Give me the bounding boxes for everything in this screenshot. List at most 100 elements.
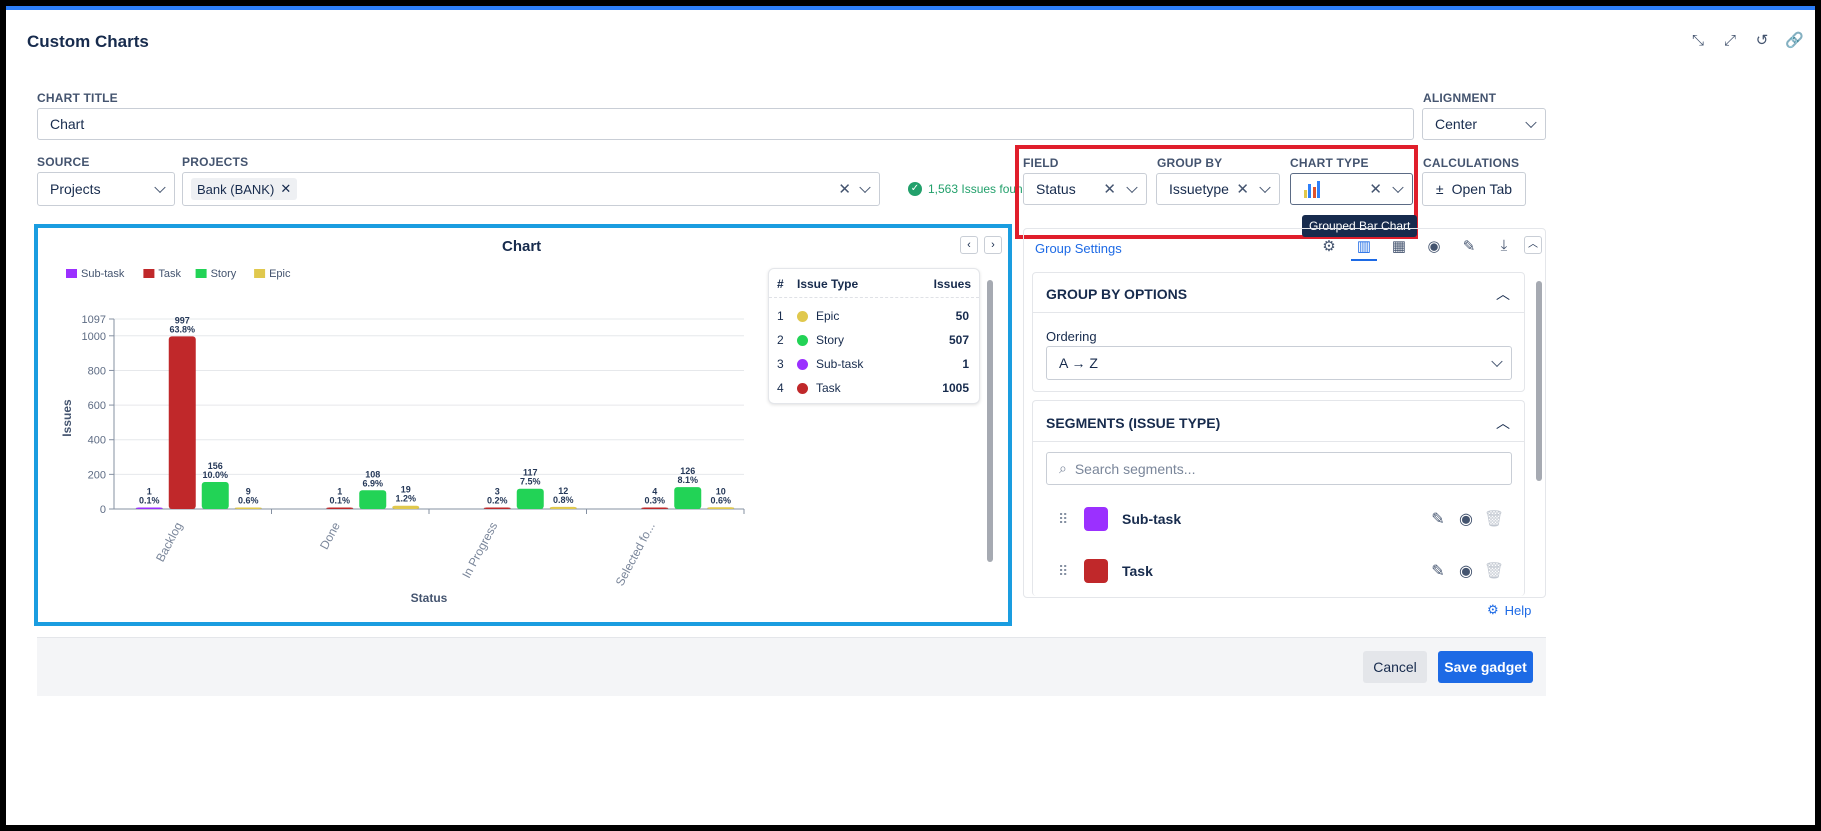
bar-chart-icon[interactable]: ▥ — [1351, 237, 1377, 261]
legend-type: Task — [816, 381, 841, 395]
legend-num: 4 — [777, 381, 784, 395]
legend-type: Story — [816, 333, 845, 347]
search-segments-input[interactable]: ⌕ Search segments... — [1046, 452, 1512, 485]
check-icon: ✓ — [908, 182, 922, 196]
clear-icon[interactable]: ✕ — [1369, 180, 1382, 198]
legend-color-dot — [797, 310, 808, 322]
clear-icon[interactable]: ✕ — [1103, 180, 1116, 198]
gear-icon[interactable]: ⚙ — [1316, 237, 1342, 261]
bar — [641, 507, 669, 509]
source-label: SOURCE — [37, 155, 90, 169]
collapse-icon[interactable]: ⤡ — [1689, 32, 1707, 50]
save-gadget-button[interactable]: Save gadget — [1438, 651, 1533, 683]
shrink-icon[interactable]: ⤢ — [1721, 32, 1739, 50]
data-label: 0.6% — [710, 495, 731, 505]
grouped-bar-chart-icon — [1304, 181, 1320, 198]
alignment-value: Center — [1435, 116, 1478, 132]
header-issues: Issues — [933, 277, 971, 291]
legend-swatch — [254, 269, 266, 278]
project-tag: Bank (BANK) ✕ — [191, 178, 298, 200]
bar — [483, 507, 511, 509]
alignment-label: ALIGNMENT — [1423, 91, 1497, 105]
legend-color-dot — [797, 358, 808, 370]
custom-charts-dialog: Custom Charts ⤡ ⤢ ↺ 🔗 CHART TITLE Chart … — [6, 6, 1815, 825]
source-select[interactable]: Projects — [37, 172, 175, 206]
field-select[interactable]: Status ✕ — [1023, 173, 1147, 205]
remove-tag-icon[interactable]: ✕ — [280, 181, 291, 197]
x-tick-label: In Progress — [459, 520, 500, 581]
scrollbar-thumb[interactable] — [1536, 281, 1542, 481]
segments-header: SEGMENTS (ISSUE TYPE) — [1046, 415, 1221, 431]
help-link[interactable]: ⚙ Help — [1487, 602, 1531, 618]
chevron-down-icon — [1392, 181, 1404, 194]
y-tick-label: 1000 — [82, 331, 106, 343]
chart-title-input[interactable]: Chart — [37, 108, 1414, 140]
ordering-select[interactable]: A → Z — [1046, 346, 1512, 380]
edit-icon[interactable]: ✎ — [1424, 561, 1452, 581]
trash-icon[interactable]: 🗑 — [1480, 561, 1508, 581]
edit-icon[interactable]: ✎ — [1456, 237, 1482, 261]
y-axis-label: Issues — [60, 399, 74, 437]
eye-icon[interactable]: ◉ — [1452, 509, 1480, 529]
legend-count: 1005 — [942, 381, 969, 395]
project-tag-label: Bank (BANK) — [197, 181, 275, 197]
bar — [201, 481, 229, 509]
drag-handle-icon[interactable]: ⠿ — [1058, 563, 1084, 580]
chevron-right-icon[interactable]: › — [984, 236, 1002, 254]
dialog-footer: Cancel Save gadget — [37, 637, 1546, 696]
calculations-label: CALCULATIONS — [1423, 156, 1520, 170]
header-icons: ⤡ ⤢ ↺ 🔗 — [1689, 32, 1804, 50]
eye-icon[interactable]: ◉ — [1421, 237, 1447, 261]
chevron-up-icon[interactable]: ︿ — [1496, 413, 1510, 433]
legend-color-dot — [797, 382, 808, 394]
cancel-button[interactable]: Cancel — [1363, 651, 1427, 683]
segments-section: SEGMENTS (ISSUE TYPE) ︿ ⌕ Search segment… — [1032, 400, 1525, 596]
clear-icon[interactable]: ✕ — [838, 180, 851, 198]
alignment-select[interactable]: Center — [1422, 108, 1546, 140]
legend-count: 1 — [962, 357, 969, 371]
chevron-down-icon — [1525, 116, 1537, 129]
collapse-panel-icon[interactable]: ︿ — [1524, 236, 1542, 254]
drag-handle-icon[interactable]: ⠿ — [1058, 511, 1084, 528]
chevron-left-icon[interactable]: ‹ — [960, 236, 978, 254]
x-axis-label: Status — [411, 591, 448, 605]
group-by-options-section: GROUP BY OPTIONS ︿ Ordering A → Z — [1032, 272, 1525, 392]
bar — [516, 488, 544, 509]
data-label: 0.1% — [329, 496, 350, 506]
trash-icon[interactable]: 🗑 — [1480, 509, 1508, 529]
calculator-icon[interactable]: ▦ — [1386, 237, 1412, 261]
gear-icon: ⚙ — [1487, 602, 1499, 617]
chart-scrollbar[interactable] — [986, 268, 994, 614]
ordering-label: Ordering — [1046, 329, 1097, 344]
legend-swatch — [143, 269, 155, 278]
divider — [1033, 312, 1524, 313]
open-tab-label: Open Tab — [1451, 181, 1513, 197]
scrollbar-thumb[interactable] — [987, 280, 993, 562]
legend-label: Task — [158, 268, 181, 280]
segment-color-swatch[interactable] — [1084, 507, 1108, 531]
edit-icon[interactable]: ✎ — [1424, 509, 1452, 529]
segment-color-swatch[interactable] — [1084, 559, 1108, 583]
projects-select[interactable]: Bank (BANK) ✕ ✕ — [182, 172, 880, 206]
field-label: FIELD — [1023, 156, 1059, 170]
legend-num: 2 — [777, 333, 784, 347]
download-icon[interactable]: ⤓ — [1491, 237, 1517, 261]
data-label: 1.2% — [395, 494, 416, 504]
header-num: # — [777, 277, 784, 291]
legend-row: 4 Task 1005 — [777, 376, 969, 400]
link-icon[interactable]: 🔗 — [1785, 32, 1804, 50]
reset-icon[interactable]: ↺ — [1753, 32, 1771, 50]
group-by-options-header: GROUP BY OPTIONS — [1046, 286, 1188, 302]
group-by-select[interactable]: Issuetype ✕ — [1156, 173, 1280, 205]
eye-icon[interactable]: ◉ — [1452, 561, 1480, 581]
chevron-up-icon[interactable]: ︿ — [1496, 284, 1510, 304]
chart-title-value: Chart — [50, 116, 85, 132]
bar — [549, 506, 577, 509]
clear-icon[interactable]: ✕ — [1236, 180, 1249, 198]
panel-scrollbar[interactable] — [1536, 271, 1542, 589]
data-label: 0.8% — [553, 495, 574, 505]
chart-type-select[interactable]: ✕ — [1290, 173, 1413, 205]
segment-list: ⠿ Sub-task ✎ ◉ 🗑 ⠿ Task ✎ ◉ 🗑 — [1058, 493, 1508, 597]
chart-type-label: CHART TYPE — [1290, 156, 1369, 170]
open-tab-button[interactable]: ± Open Tab — [1422, 172, 1526, 206]
